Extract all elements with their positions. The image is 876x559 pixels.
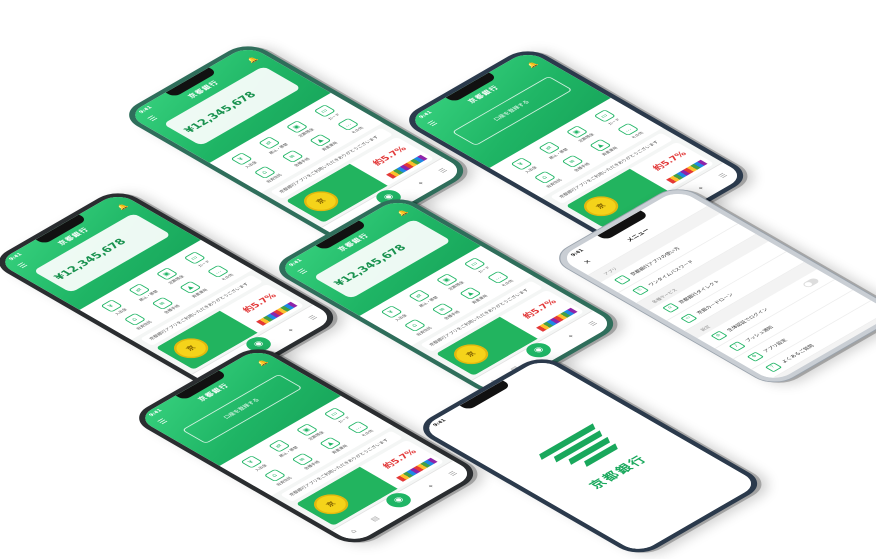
- gear-icon: ⚙: [746, 351, 765, 362]
- menu-icon[interactable]: ☰: [447, 470, 459, 477]
- gift-icon[interactable]: ✦: [565, 333, 577, 340]
- phone-screen: 9:41 京都銀行: [420, 357, 760, 554]
- menu-icon[interactable]: ☰: [717, 172, 729, 179]
- gift-icon[interactable]: ✦: [415, 180, 427, 187]
- bank-icon[interactable]: ▤: [369, 515, 382, 522]
- help-icon: ?: [764, 362, 783, 373]
- key-icon: ⚿: [631, 285, 650, 296]
- phone-splash-screen: 9:41 京都銀行: [412, 353, 769, 559]
- mockup-stage: 9:41 ☰ 京都銀行 🔔 ¥12,345,678 ¥ 入出金 ⇄ 振込・振替 ▣ 定…: [0, 0, 876, 559]
- gift-icon[interactable]: ✦: [285, 327, 297, 334]
- phone-home-balance-2: 9:41 ☰ 京都銀行 🔔 ¥12,345,678 ¥ 入出金 ⇄ 振込・振替 ▣ 定…: [0, 187, 345, 393]
- gift-icon[interactable]: ✦: [425, 483, 437, 490]
- menu-icon[interactable]: ☰: [307, 314, 319, 321]
- fingerprint-icon: ◎: [710, 330, 728, 341]
- home-icon[interactable]: ⌂: [348, 528, 359, 534]
- gift-icon[interactable]: ✦: [695, 185, 707, 192]
- biometric-toggle[interactable]: [801, 277, 821, 289]
- info-icon: i: [613, 274, 631, 285]
- menu-icon[interactable]: ☰: [437, 167, 449, 174]
- bell-icon: ♪: [728, 341, 746, 352]
- menu-icon[interactable]: ☰: [587, 320, 599, 327]
- card-icon: ▭: [680, 313, 698, 324]
- bank-icon: ⌂: [662, 302, 680, 313]
- splash-screen: 京都銀行: [420, 357, 760, 554]
